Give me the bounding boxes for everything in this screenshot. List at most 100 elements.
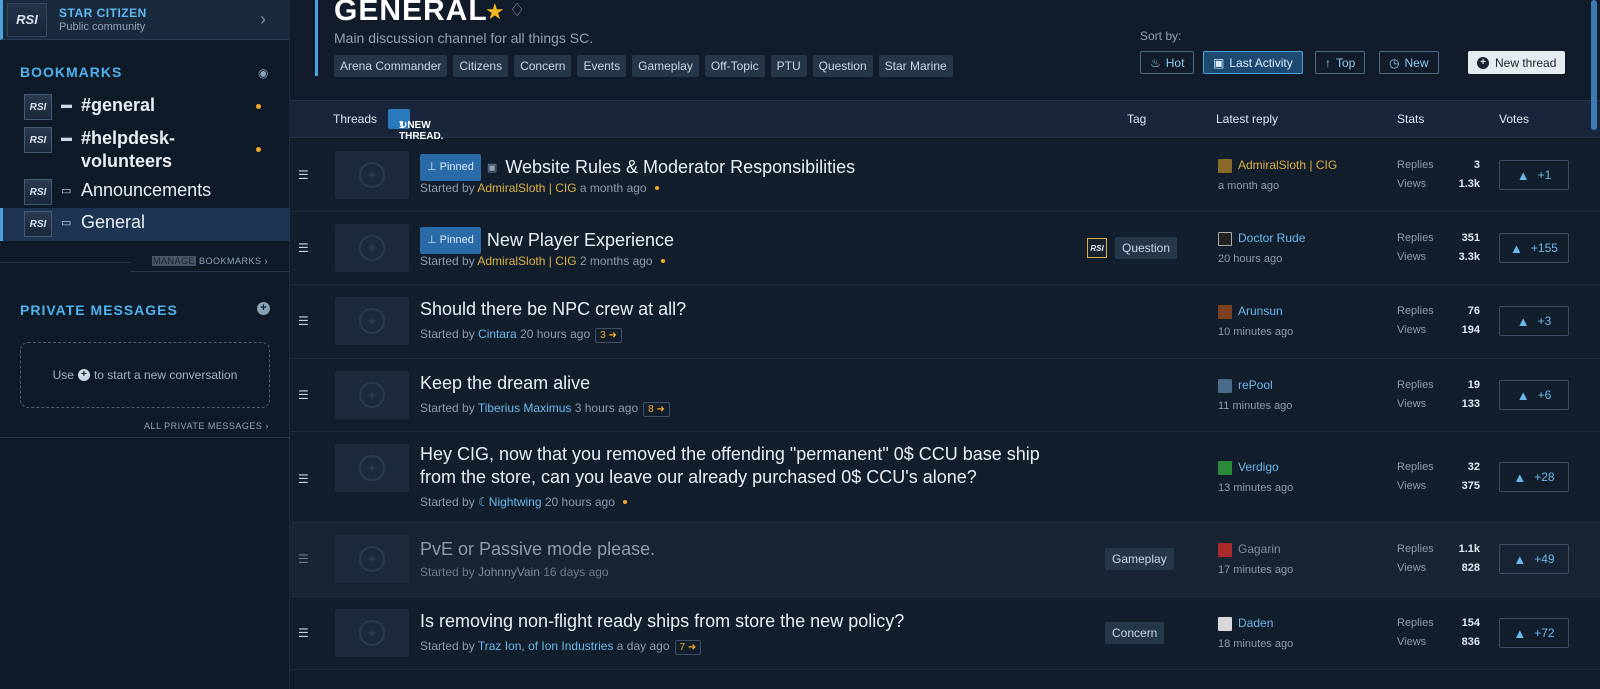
chat-icon: ▬ xyxy=(61,132,72,144)
bookmark-general-channel[interactable]: RSI ▭ General xyxy=(0,208,290,241)
vote-count: +1 xyxy=(1537,168,1552,182)
bookmark-announcements[interactable]: RSI ▭ Announcements xyxy=(0,179,290,205)
reply-author[interactable]: Gagarin xyxy=(1238,542,1281,556)
manage-bookmarks-link[interactable]: MANAGE BOOKMARKS › xyxy=(152,256,268,266)
thread-author[interactable]: JohnnyVain xyxy=(478,565,540,579)
all-private-messages-link[interactable]: ALL PRIVATE MESSAGES › xyxy=(144,421,269,431)
thread-thumbnail: ✦ xyxy=(335,371,409,419)
list-icon[interactable]: ☰ xyxy=(298,314,309,328)
tag-filter[interactable]: Events xyxy=(577,55,627,77)
table-row[interactable]: ☰ ✦ ⊥ Pinned ▣ Website Rules & Moderator R… xyxy=(290,139,1600,212)
table-row[interactable]: ☰ ✦ Hey CIG, now that you removed the of… xyxy=(290,432,1600,523)
upvote-button[interactable]: ▲ +28 xyxy=(1499,462,1569,492)
star-icon[interactable]: ★ xyxy=(485,0,505,25)
avatar[interactable] xyxy=(1218,543,1232,557)
thread-tag[interactable]: Question xyxy=(1115,237,1178,259)
avatar[interactable] xyxy=(1218,232,1232,246)
manage-suffix: BOOKMARKS xyxy=(196,256,262,266)
avatar[interactable] xyxy=(1218,305,1232,319)
thread-meta: Started by AdmiralSloth | CIG 2 months a… xyxy=(420,254,665,268)
new-thread-button[interactable]: + New thread xyxy=(1468,51,1566,74)
sort-hot-button[interactable]: ♨ Hot xyxy=(1140,51,1195,74)
unread-dot xyxy=(256,147,261,152)
tag-filter[interactable]: Off-Topic xyxy=(704,55,765,77)
table-row[interactable]: ☰ ✦ Is removing non-flight ready ships f… xyxy=(290,597,1600,670)
chat-icon: ▬ xyxy=(61,99,72,111)
upvote-button[interactable]: ▲ +6 xyxy=(1499,380,1569,410)
tag-filter[interactable]: Star Marine xyxy=(878,55,953,77)
sort-last-activity-button[interactable]: ▣ Last Activity xyxy=(1203,51,1303,74)
table-row[interactable]: ☰ ✦ Should there be NPC crew at all? Sta… xyxy=(290,285,1600,359)
thread-time: 20 hours ago xyxy=(520,327,591,341)
thread-tag[interactable]: Gameplay xyxy=(1105,548,1174,570)
thread-title[interactable]: Hey CIG, now that you removed the offend… xyxy=(420,443,1040,489)
list-icon[interactable]: ☰ xyxy=(298,388,309,402)
avatar[interactable] xyxy=(1218,379,1232,393)
table-row[interactable]: ☰ ✦ PvE or Passive mode please. Started … xyxy=(290,523,1600,597)
tag-filter[interactable]: Concern xyxy=(514,55,572,77)
thread-title[interactable]: Should there be NPC crew at all? xyxy=(420,298,686,321)
thread-author[interactable]: ☾Nightwing xyxy=(478,495,541,509)
upvote-button[interactable]: ▲ +3 xyxy=(1499,306,1569,336)
new-replies-badge[interactable]: 8 ➜ xyxy=(643,402,670,417)
thread-title[interactable]: ⊥ Pinned ▣ Website Rules & Moderator Respo… xyxy=(420,154,855,181)
upvote-button[interactable]: ▲ +72 xyxy=(1499,618,1569,648)
sort-new-button[interactable]: ◷ New xyxy=(1379,51,1439,74)
new-replies-count: 3 xyxy=(600,330,606,341)
tag-filter[interactable]: Gameplay xyxy=(632,55,699,77)
thread-title[interactable]: Keep the dream alive xyxy=(420,372,590,395)
thread-tag[interactable]: Concern xyxy=(1105,622,1165,644)
upvote-button[interactable]: ▲ +49 xyxy=(1499,544,1569,574)
eye-icon[interactable]: ◉ xyxy=(258,66,268,80)
tag-filter[interactable]: PTU xyxy=(770,55,807,77)
reply-author[interactable]: Verdigo xyxy=(1238,460,1279,474)
thread-title[interactable]: Is removing non-flight ready ships from … xyxy=(420,610,904,633)
reply-author[interactable]: Daden xyxy=(1238,616,1273,630)
reply-author[interactable]: rePool xyxy=(1238,378,1273,392)
reply-author[interactable]: AdmiralSloth | CIG xyxy=(1238,158,1337,172)
sort-top-button[interactable]: ↑ Top xyxy=(1315,51,1366,74)
new-replies-badge[interactable]: 7 ➜ xyxy=(674,640,702,655)
avatar[interactable] xyxy=(1218,617,1232,631)
tag-filter[interactable]: Question xyxy=(812,55,873,77)
tag-filter[interactable]: Arena Commander xyxy=(334,55,448,77)
bookmark-helpdesk-volunteers[interactable]: RSI ▬ #helpdesk- volunteers xyxy=(0,127,290,173)
plus-icon: + xyxy=(1477,56,1489,69)
list-icon[interactable]: ☰ xyxy=(298,552,309,566)
list-icon[interactable]: ☰ xyxy=(298,472,309,486)
thread-author[interactable]: Cintara xyxy=(478,327,517,341)
thread-author[interactable]: Traz Ion, of Ion Industries xyxy=(478,639,614,653)
thread-author[interactable]: Tiberius Maximus xyxy=(478,401,572,415)
avatar[interactable] xyxy=(1218,159,1232,173)
community-switcher[interactable]: RSI STAR CITIZEN Public community › xyxy=(0,0,289,40)
new-replies-badge[interactable]: 3 ➜ xyxy=(595,328,622,343)
replies-count: 351 xyxy=(1461,232,1480,244)
list-icon[interactable]: ☰ xyxy=(298,626,309,640)
replies-count: 76 xyxy=(1467,305,1480,317)
thread-author[interactable]: AdmiralSloth | CIG xyxy=(477,181,576,195)
list-icon[interactable]: ☰ xyxy=(298,241,309,255)
tag-filter[interactable]: Citizens xyxy=(453,55,509,77)
list-icon[interactable]: ☰ xyxy=(298,168,309,182)
table-row[interactable]: ☰ ✦ Keep the dream alive Started by Tibe… xyxy=(290,359,1600,432)
avatar[interactable] xyxy=(1218,461,1232,475)
all-pm-label: ALL PRIVATE MESSAGES xyxy=(144,421,263,431)
updates-badge[interactable]: ↻1 NEW THREAD, 5 UPDATES xyxy=(388,109,446,164)
chevron-right-icon[interactable]: › xyxy=(260,9,266,30)
thread-title[interactable]: ⊥ Pinned New Player Experience xyxy=(420,227,674,254)
reply-author[interactable]: Doctor Rude xyxy=(1238,231,1305,245)
bookmarks-title: BOOKMARKS xyxy=(20,64,123,80)
scrollbar[interactable] xyxy=(1591,0,1597,130)
bell-icon[interactable]: ♢ xyxy=(509,0,525,21)
table-row[interactable]: ☰ ✦ ⊥ Pinned New Player Experience Starte… xyxy=(290,212,1600,285)
upvote-button[interactable]: ▲ +1 xyxy=(1499,160,1569,190)
bookmark-general[interactable]: RSI ▬ #general xyxy=(0,94,290,120)
upvote-button[interactable]: ▲ +155 xyxy=(1499,233,1569,263)
thread-title[interactable]: PvE or Passive mode please. xyxy=(420,538,655,561)
started-by-label: Started by xyxy=(420,181,475,195)
add-conversation-icon[interactable]: + xyxy=(257,302,270,315)
thread-author[interactable]: AdmiralSloth | CIG xyxy=(477,254,576,268)
replies-count: 1.1k xyxy=(1458,543,1480,555)
reply-author[interactable]: Arunsun xyxy=(1238,304,1283,318)
views-label: Views xyxy=(1397,398,1427,410)
